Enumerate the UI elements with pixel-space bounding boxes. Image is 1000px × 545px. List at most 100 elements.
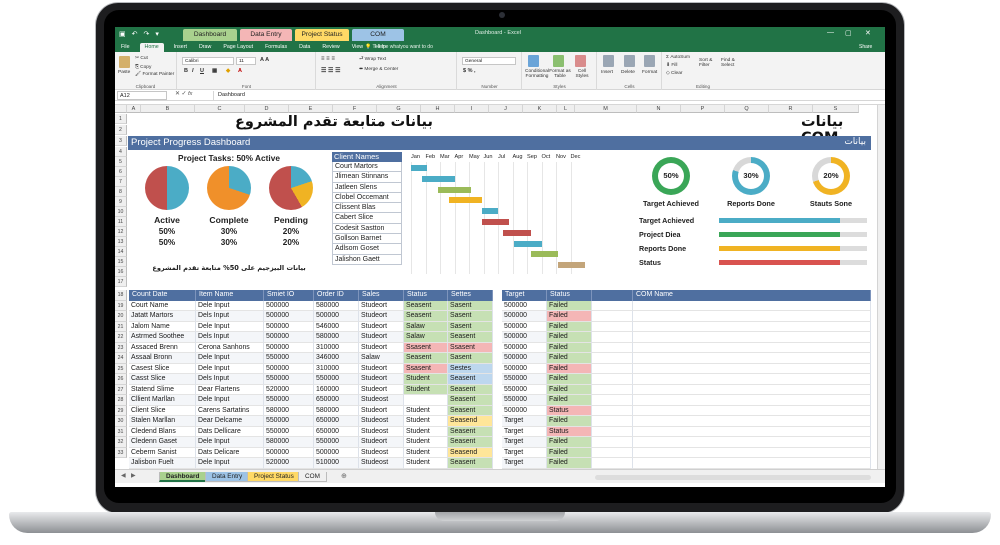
row-header[interactable]: 8 <box>115 187 127 197</box>
table2-empty-cell[interactable] <box>633 447 871 458</box>
table2-empty-cell[interactable] <box>633 363 871 374</box>
table-cell[interactable]: 580000 <box>314 332 359 343</box>
table-cell[interactable]: Sasent <box>448 300 493 311</box>
table2-cell[interactable]: Failed <box>547 363 592 374</box>
table-cell[interactable]: Seasent <box>404 300 448 311</box>
prev-sheet-icon[interactable]: ◀ <box>121 472 126 479</box>
table-cell[interactable]: Carens Sartatins <box>196 405 264 416</box>
table2-empty-cell[interactable] <box>592 311 633 322</box>
table-cell[interactable]: 500000 <box>264 321 314 332</box>
column-header[interactable]: B <box>141 105 195 113</box>
table-cell[interactable]: Studeort <box>359 332 404 343</box>
table-cell[interactable]: 500000 <box>314 311 359 322</box>
table2-empty-cell[interactable] <box>633 437 871 448</box>
table-cell[interactable]: Studeost <box>359 416 404 427</box>
row-header[interactable]: 5 <box>115 157 127 167</box>
table2-cell[interactable]: 500000 <box>502 311 547 322</box>
table2-cell[interactable]: Target <box>502 437 547 448</box>
table-cell[interactable]: 160000 <box>314 384 359 395</box>
column-header[interactable]: P <box>681 105 725 113</box>
sort-filter-button[interactable]: Sort & Filter <box>699 58 721 68</box>
column-header[interactable]: S <box>813 105 859 113</box>
number-format-select[interactable]: General <box>462 57 516 65</box>
table-cell[interactable]: Dats Dellicare <box>196 426 264 437</box>
menu-tab[interactable]: Review <box>320 44 341 52</box>
table-cell[interactable]: Ssasent <box>448 342 493 353</box>
menu-tab[interactable]: Home <box>139 43 164 52</box>
table-cell[interactable]: 550000 <box>314 374 359 385</box>
align-left-icon[interactable]: ☰ ☰ ☰ <box>321 67 340 74</box>
vertical-scrollbar[interactable] <box>877 105 885 470</box>
merge-center-button[interactable]: ⬌ Merge & Center <box>359 67 398 72</box>
table-cell[interactable]: Studeort <box>359 437 404 448</box>
table2-empty-cell[interactable] <box>633 353 871 364</box>
row-header[interactable]: 2 <box>115 125 127 135</box>
table2-cell[interactable]: Target <box>502 416 547 427</box>
row-header[interactable]: 28 <box>115 395 127 406</box>
table-cell[interactable]: 550000 <box>314 437 359 448</box>
table2-cell[interactable]: Status <box>547 405 592 416</box>
table-cell[interactable]: Student <box>404 374 448 385</box>
context-tab[interactable]: Project Status <box>295 29 349 41</box>
table-cell[interactable]: Salaw <box>404 321 448 332</box>
row-header[interactable]: 21 <box>115 321 127 332</box>
delete-button[interactable]: Delete <box>621 70 635 75</box>
table2-cell[interactable]: Failed <box>547 395 592 406</box>
table2-empty-cell[interactable] <box>592 395 633 406</box>
row-header[interactable]: 33 <box>115 447 127 458</box>
sheet-tab[interactable]: Dashboard <box>159 472 207 482</box>
table2-empty-cell[interactable] <box>592 447 633 458</box>
table2-empty-cell[interactable] <box>633 374 871 385</box>
table2-cell[interactable]: 500000 <box>502 332 547 343</box>
undo-icon[interactable]: ↶ <box>132 30 138 38</box>
table2-empty-cell[interactable] <box>592 342 633 353</box>
table-cell[interactable]: Client Slice <box>129 405 196 416</box>
table-cell[interactable]: Assaal Bronn <box>129 353 196 364</box>
table-cell[interactable]: 580000 <box>264 437 314 448</box>
table-cell[interactable]: Studeost <box>359 395 404 406</box>
table2-cell[interactable]: Failed <box>547 416 592 427</box>
table-cell[interactable]: Jalisbon Fuelt <box>129 458 196 469</box>
row-header[interactable]: 16 <box>115 267 127 277</box>
table-cell[interactable]: Studeort <box>359 321 404 332</box>
context-tab[interactable]: COM <box>352 29 404 41</box>
table2-empty-cell[interactable] <box>592 332 633 343</box>
row-header[interactable]: 20 <box>115 311 127 322</box>
column-header[interactable]: J <box>489 105 523 113</box>
table2-empty-cell[interactable] <box>592 426 633 437</box>
table-cell[interactable]: 650000 <box>314 426 359 437</box>
format-table-button[interactable]: Format as Table <box>549 69 571 79</box>
table-cell[interactable]: Ssasent <box>404 342 448 353</box>
table-cell[interactable]: Dear Delcame <box>196 416 264 427</box>
table-cell[interactable]: Casst Slice <box>129 374 196 385</box>
table-cell[interactable]: Studeort <box>359 374 404 385</box>
insert-cells-icon[interactable] <box>603 55 614 67</box>
share-button[interactable]: Share <box>859 44 872 50</box>
column-header[interactable]: L <box>557 105 575 113</box>
table-cell[interactable]: Studeort <box>359 384 404 395</box>
row-header[interactable]: 15 <box>115 257 127 267</box>
table-cell[interactable]: Sestes <box>448 363 493 374</box>
table-cell[interactable]: 550000 <box>264 426 314 437</box>
cell-styles-icon[interactable] <box>575 55 586 67</box>
table-cell[interactable]: Studeort <box>359 405 404 416</box>
column-header[interactable]: Q <box>725 105 769 113</box>
name-box[interactable]: A12 <box>117 91 167 100</box>
currency-icon[interactable]: $ % , <box>463 68 476 74</box>
table2-empty-cell[interactable] <box>633 384 871 395</box>
table-cell[interactable]: Seasent <box>404 353 448 364</box>
align-top-icon[interactable]: ≡ ≡ ≡ <box>321 56 335 62</box>
table2-cell[interactable]: 550000 <box>502 384 547 395</box>
table2-cell[interactable]: Failed <box>547 447 592 458</box>
row-header[interactable]: 30 <box>115 416 127 427</box>
table2-empty-cell[interactable] <box>633 342 871 353</box>
table-cell[interactable]: Dels Input <box>196 311 264 322</box>
row-header[interactable]: 24 <box>115 353 127 364</box>
table-cell[interactable]: 500000 <box>264 342 314 353</box>
table-cell[interactable]: Court Name <box>129 300 196 311</box>
clear-button[interactable]: ◇ Clear <box>666 71 683 76</box>
table-cell[interactable]: Astrmed Soothee <box>129 332 196 343</box>
table2-empty-cell[interactable] <box>633 416 871 427</box>
next-sheet-icon[interactable]: ▶ <box>131 472 136 479</box>
row-header[interactable]: 14 <box>115 247 127 257</box>
